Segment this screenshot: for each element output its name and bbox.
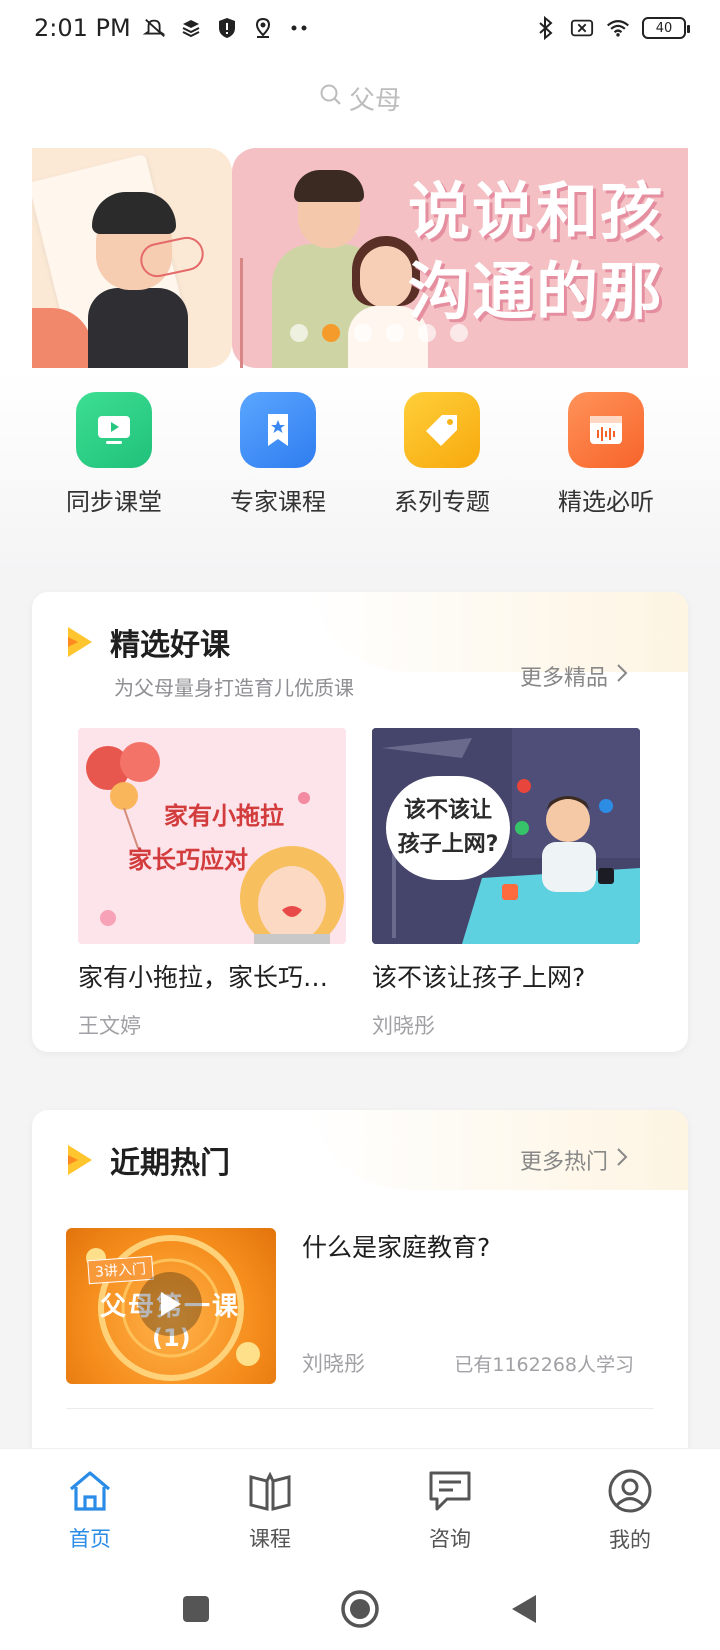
featured-title: 精选好课	[110, 628, 230, 663]
kid-body-illustration	[88, 288, 188, 368]
course-card[interactable]: 该不该让 孩子上网? 该不该让孩子上网? 刘晓彤	[372, 728, 640, 1040]
card-decoration	[308, 592, 688, 672]
quick-entry-label: 系列专题	[394, 488, 490, 516]
bottom-tab-bar: 首页 课程 咨询 我的	[0, 1448, 720, 1572]
card-decoration	[308, 1110, 688, 1190]
hot-course-author: 刘晓彤	[302, 1352, 365, 1376]
status-time: 2:01 PM	[34, 14, 131, 42]
carousel-dot[interactable]	[386, 324, 404, 342]
more-hot-label: 更多热门	[519, 1150, 608, 1175]
bookmark-star-icon	[240, 392, 316, 468]
bluetooth-icon	[534, 16, 558, 40]
wifi-icon	[606, 16, 630, 40]
play-logo-icon	[64, 1141, 96, 1179]
course-thumbnail: 该不该让 孩子上网?	[372, 728, 640, 944]
hot-course-learner-count: 已有1162268人学习	[454, 1354, 634, 1376]
carousel-dot[interactable]	[354, 324, 372, 342]
hot-header: 近期热门	[64, 1138, 230, 1182]
thumb-caption-line1: 该不该让	[403, 798, 492, 823]
chevron-right-icon	[616, 1147, 628, 1173]
carousel-dots	[290, 324, 468, 342]
audio-window-icon	[568, 392, 644, 468]
tab-consult-label: 咨询	[429, 1526, 471, 1551]
chat-icon	[427, 1469, 473, 1517]
more-dots-icon	[287, 16, 311, 40]
more-featured-link[interactable]: 更多精品	[520, 660, 628, 692]
quick-entry-label: 专家课程	[230, 488, 326, 516]
course-author: 王文婷	[78, 1014, 141, 1038]
home-button[interactable]	[340, 1589, 380, 1633]
thumb-caption-line2: 家长巧应对	[128, 846, 248, 874]
more-featured-label: 更多精品	[519, 666, 608, 691]
more-hot-link[interactable]: 更多热门	[520, 1144, 628, 1176]
mom-head-illustration	[360, 246, 412, 308]
location-icon	[251, 16, 275, 40]
search-icon	[319, 83, 343, 114]
banner-carousel[interactable]: 说说和孩 沟通的那	[32, 148, 688, 368]
quick-entry-series-topic[interactable]: 系列专题	[360, 392, 524, 532]
banner-title: 说说和孩 沟通的那	[408, 172, 688, 332]
tab-courses-label: 课程	[249, 1526, 291, 1551]
banner-title-line2: 沟通的那	[408, 255, 665, 328]
quick-entry-selected-listen[interactable]: 精选必听	[524, 392, 688, 532]
kid-hair-illustration	[92, 192, 176, 234]
hot-thumb-tag: 3讲入门	[87, 1255, 154, 1285]
carousel-dot[interactable]	[450, 324, 468, 342]
user-icon	[607, 1468, 653, 1518]
featured-subtitle: 为父母量身打造育儿优质课	[114, 676, 354, 700]
shield-icon	[215, 16, 239, 40]
carousel-dot[interactable]	[322, 324, 340, 342]
course-card[interactable]: 家有小拖拉 家长巧应对 家有小拖拉，家长巧应对 王文婷	[78, 728, 346, 1040]
quick-entry-sync-class[interactable]: 同步课堂	[32, 392, 196, 532]
divider	[66, 1408, 654, 1409]
hot-title: 近期热门	[110, 1146, 230, 1181]
featured-header: 精选好课	[64, 620, 230, 664]
tab-home[interactable]: 首页	[30, 1469, 150, 1553]
course-thumbnail: 家有小拖拉 家长巧应对	[78, 728, 346, 944]
system-nav-bar	[0, 1572, 720, 1650]
course-title: 该不该让孩子上网?	[372, 963, 586, 992]
quick-entry-label: 精选必听	[558, 488, 654, 516]
recent-apps-button[interactable]	[182, 1595, 210, 1627]
battery-icon: 40	[642, 17, 690, 39]
banner-slide-exam[interactable]	[32, 148, 232, 368]
course-title: 家有小拖拉，家长巧应对	[78, 963, 346, 992]
quick-entry-label: 同步课堂	[66, 488, 162, 516]
hot-courses-card: 近期热门 更多热门 3讲入门 父母第一课 (1) 什么是家庭教育? 刘晓彤 已有…	[32, 1110, 688, 1470]
quick-entries: 同步课堂 专家课程 系列专题 精选必听	[32, 392, 688, 532]
course-author: 刘晓彤	[372, 1014, 435, 1038]
play-logo-icon	[64, 623, 96, 661]
search-placeholder: 父母	[348, 85, 401, 116]
play-button[interactable]	[138, 1272, 202, 1336]
thumb-speech-bubble: 该不该让 孩子上网?	[386, 776, 510, 880]
featured-courses-card: 精选好课 为父母量身打造育儿优质课 更多精品 家有小拖拉 家长巧应对 家有小拖拉…	[32, 592, 688, 1052]
banner-title-line1: 说说和孩	[408, 175, 665, 248]
carousel-dot[interactable]	[290, 324, 308, 342]
thumb-caption-line2: 孩子上网?	[397, 832, 499, 857]
home-icon	[67, 1469, 113, 1517]
quick-entry-expert-course[interactable]: 专家课程	[196, 392, 360, 532]
carousel-dot[interactable]	[418, 324, 436, 342]
layers-icon	[179, 16, 203, 40]
no-sim-icon	[570, 16, 594, 40]
tv-icon	[76, 392, 152, 468]
tab-consult[interactable]: 咨询	[390, 1469, 510, 1553]
dad-hair-illustration	[294, 170, 364, 202]
tab-home-label: 首页	[69, 1526, 111, 1551]
status-bar: 2:01 PM 40	[0, 0, 720, 56]
chevron-right-icon	[616, 663, 628, 689]
tab-mine[interactable]: 我的	[570, 1468, 690, 1554]
hot-course-title[interactable]: 什么是家庭教育?	[302, 1228, 490, 1264]
thumb-caption-line1: 家有小拖拉	[164, 802, 284, 830]
mute-icon	[142, 16, 167, 40]
tag-icon	[404, 392, 480, 468]
search-bar[interactable]: 父母	[0, 78, 720, 118]
tab-courses[interactable]: 课程	[210, 1469, 330, 1553]
back-button[interactable]	[510, 1593, 538, 1629]
book-icon	[247, 1469, 293, 1517]
tab-mine-label: 我的	[609, 1527, 651, 1552]
hot-course-thumbnail[interactable]: 3讲入门 父母第一课 (1)	[66, 1228, 276, 1384]
